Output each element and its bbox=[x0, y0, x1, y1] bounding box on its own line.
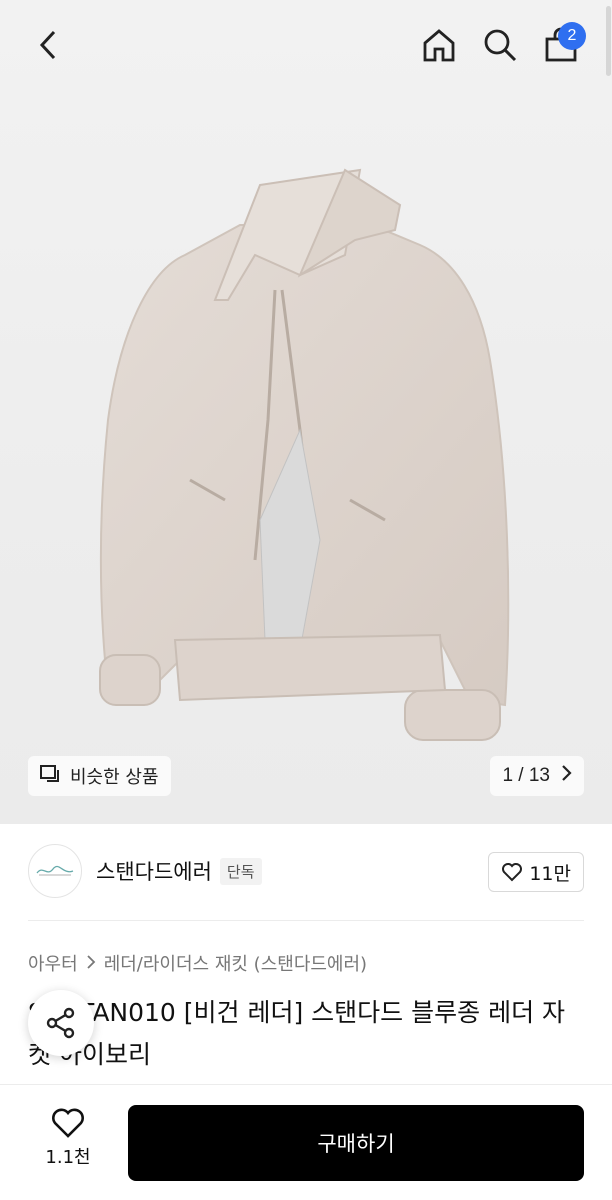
product-image-gallery[interactable]: 비슷한 상품 1 / 13 bbox=[0, 0, 612, 824]
similar-products-label: 비슷한 상품 bbox=[70, 767, 159, 788]
chevron-left-icon bbox=[39, 30, 56, 60]
similar-products-button[interactable]: 비슷한 상품 bbox=[28, 756, 171, 796]
buy-button[interactable]: 구매하기 bbox=[128, 1105, 584, 1181]
scrollbar[interactable] bbox=[604, 0, 612, 640]
search-button[interactable] bbox=[475, 22, 525, 68]
page-indicator-text: 1 / 13 bbox=[502, 765, 550, 786]
brand-logo[interactable] bbox=[28, 844, 82, 898]
share-button[interactable] bbox=[28, 990, 94, 1056]
top-navigation-bar: 2 bbox=[0, 0, 612, 90]
brand-like-count: 11만 bbox=[529, 862, 571, 885]
breadcrumb: 아우터 레더/라이더스 재킷 (스탠다드에러) bbox=[28, 950, 367, 976]
heart-icon bbox=[502, 863, 523, 882]
wishlist-count: 1.1천 bbox=[45, 1147, 91, 1168]
share-icon bbox=[46, 1007, 75, 1039]
bottom-action-bar: 1.1천 구매하기 bbox=[0, 1084, 612, 1200]
cart-count-badge: 2 bbox=[558, 22, 586, 50]
similar-products-icon bbox=[40, 764, 62, 789]
search-icon bbox=[484, 29, 517, 62]
brand-name[interactable]: 스탠다드에러 bbox=[96, 856, 212, 886]
image-page-indicator[interactable]: 1 / 13 bbox=[490, 756, 584, 796]
brand-like-button[interactable]: 11만 bbox=[488, 852, 584, 892]
heart-icon bbox=[52, 1108, 84, 1138]
home-icon bbox=[423, 29, 455, 62]
brand-row: 스탠다드에러 단독 11만 bbox=[28, 842, 584, 900]
product-image-jacket bbox=[99, 168, 510, 741]
home-button[interactable] bbox=[414, 22, 464, 68]
chevron-right-icon bbox=[560, 764, 572, 788]
divider bbox=[28, 920, 584, 921]
wishlist-button[interactable]: 1.1천 bbox=[28, 1107, 108, 1183]
breadcrumb-item[interactable]: 레더/라이더스 재킷 (스탠다드에러) bbox=[104, 950, 367, 976]
exclusive-badge: 단독 bbox=[219, 857, 262, 885]
chevron-right-icon bbox=[86, 953, 96, 974]
product-title: SDSTAN010 [비건 레더] 스탠다드 블루종 레더 자켓 아이보리 bbox=[28, 998, 566, 1069]
back-button[interactable] bbox=[22, 22, 74, 68]
breadcrumb-item[interactable]: 아우터 bbox=[28, 950, 78, 976]
